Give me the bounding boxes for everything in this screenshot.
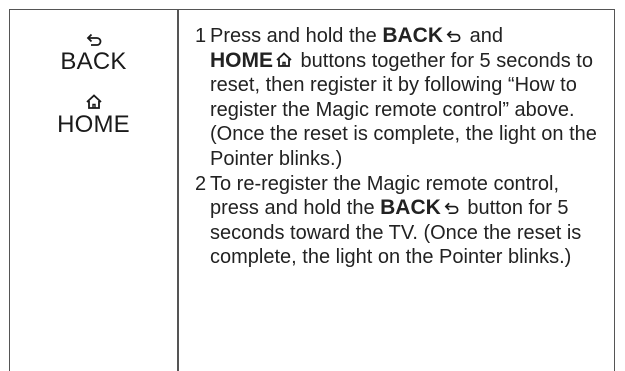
column-divider: [177, 10, 179, 371]
step-2: 2 To re-register the Magic remote contro…: [195, 172, 582, 269]
instruction-table: BACK HOME 1 Press and hold the BACK and …: [9, 9, 615, 371]
step-number: 2: [195, 172, 207, 195]
button-column: BACK HOME: [10, 10, 177, 371]
instruction-steps: 1 Press and hold the BACK and HOME butto…: [195, 24, 605, 270]
home-keyword: HOME: [210, 48, 273, 72]
back-keyword: BACK: [382, 24, 444, 47]
home-label: HOME: [57, 111, 130, 138]
step-number: 1: [195, 25, 207, 47]
back-arrow-icon: [86, 33, 101, 46]
back-label: BACK: [60, 48, 127, 75]
step-1: 1 Press and hold the BACK and HOME butto…: [195, 24, 597, 170]
home-icon: [276, 51, 292, 67]
back-arrow-icon: [446, 30, 461, 43]
back-arrow-icon: [444, 202, 459, 215]
home-button-graphic: HOME: [10, 93, 177, 139]
back-keyword: BACK: [380, 196, 441, 220]
back-button-graphic: BACK: [10, 30, 177, 76]
home-icon: [85, 94, 102, 109]
